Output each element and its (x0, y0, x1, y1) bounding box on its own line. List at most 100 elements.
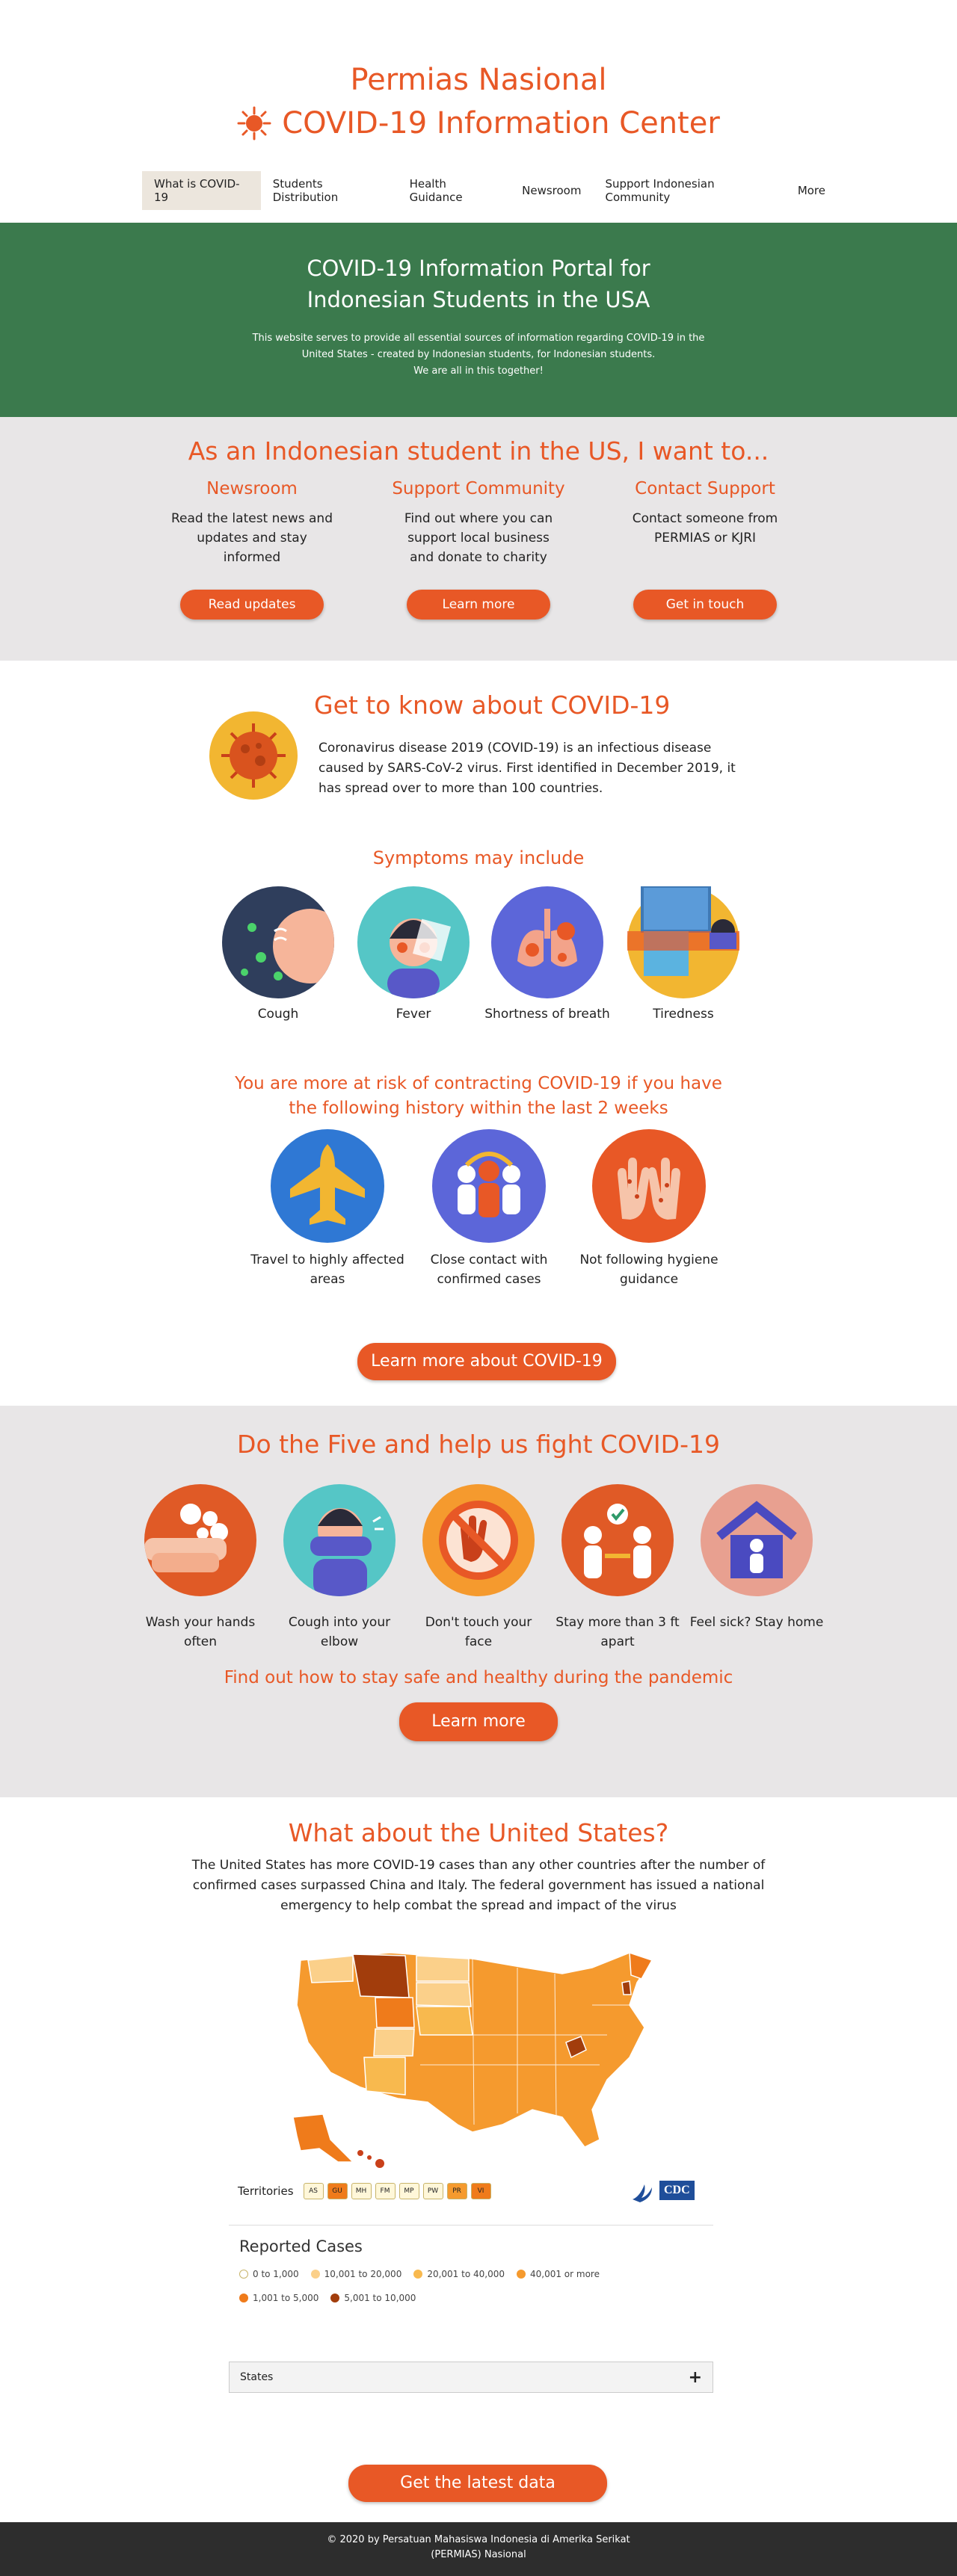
states-label: States (240, 2371, 274, 2383)
learn-more-covid-button[interactable]: Learn more about COVID-19 (357, 1343, 616, 1380)
expand-plus-icon[interactable]: + (689, 2368, 702, 2387)
us-heading: What about the United States? (288, 1818, 669, 1847)
cough-icon (222, 886, 334, 998)
know-intro: Coronavirus disease 2019 (COVID-19) is a… (319, 741, 736, 796)
risk-heading-line2: the following history within the last 2 … (289, 1099, 668, 1118)
risk-travel: Travel to highly affected areas (245, 1129, 410, 1289)
sun-virus-icon (237, 106, 271, 140)
legend-swatch (413, 2270, 423, 2279)
airplane-icon (271, 1129, 384, 1243)
legend-item: 40,001 or more (516, 2269, 600, 2279)
fever-icon (357, 886, 470, 998)
united-states-section: What about the United States? The United… (0, 1797, 957, 2522)
territory-vi[interactable]: VI (470, 2183, 491, 2199)
site-title: Permias Nasional COVID-19 Information Ce… (0, 58, 957, 152)
site-title-line2: COVID-19 Information Center (282, 106, 720, 140)
action-cough-elbow: Cough into your elbow (272, 1484, 407, 1652)
action-label: Feel sick? Stay home (689, 1615, 824, 1630)
nav-more[interactable]: More (786, 178, 837, 203)
card-text: Contact someone from PERMIAS or KJRI (632, 511, 778, 546)
legend-swatch (330, 2294, 340, 2302)
legend-item: 10,001 to 20,000 (310, 2269, 402, 2279)
symptoms-heading: Symptoms may include (372, 847, 585, 868)
newsroom-card: Newsroom Read the latest news and update… (139, 479, 366, 620)
hero-text-line3: We are all in this together! (413, 365, 544, 377)
nav-newsroom[interactable]: Newsroom (510, 178, 593, 203)
us-cases-map[interactable] (278, 1938, 682, 2177)
site-header: Permias Nasional COVID-19 Information Ce… (0, 0, 957, 223)
risk-heading-line1: You are more at risk of contracting COVI… (235, 1074, 722, 1093)
territory-mp[interactable]: MP (399, 2183, 419, 2199)
legend-label: 5,001 to 10,000 (344, 2293, 416, 2303)
risk-heading: You are more at risk of contracting COVI… (0, 1072, 957, 1121)
people-icon (432, 1129, 546, 1243)
want-heading: As an Indonesian student in the US, I wa… (188, 436, 769, 466)
risk-close-contact: Close contact with confirmed cases (407, 1129, 571, 1289)
read-updates-button[interactable]: Read updates (180, 590, 324, 620)
learn-more-safety-button[interactable]: Learn more (399, 1702, 558, 1741)
legend-label: 10,001 to 20,000 (324, 2269, 402, 2279)
action-label: Don't touch your face (425, 1615, 532, 1649)
action-dont-touch-face: Don't touch your face (411, 1484, 546, 1652)
footer-line2: (PERMIAS) Nasional (431, 2549, 526, 2560)
legend-item: 1,001 to 5,000 (239, 2293, 319, 2303)
site-title-line1: Permias Nasional (350, 63, 607, 97)
territory-gu[interactable]: GU (327, 2183, 348, 2199)
know-section: Get to know about COVID-19 Coronavirus d… (0, 661, 957, 1406)
legend-label: 20,001 to 40,000 (427, 2269, 505, 2279)
five-heading: Do the Five and help us fight COVID-19 (237, 1430, 720, 1459)
symptom-cough: Cough (211, 886, 345, 1024)
legend-swatch (239, 2270, 248, 2279)
action-stay-home: Feel sick? Stay home (689, 1484, 824, 1652)
want-section: As an Indonesian student in the US, I wa… (0, 417, 957, 661)
legend-item: 5,001 to 10,000 (330, 2293, 416, 2303)
distance-icon (561, 1484, 674, 1596)
hhs-eagle-icon (633, 2184, 652, 2202)
symptom-label: Cough (257, 1007, 299, 1022)
territory-pr[interactable]: PR (446, 2183, 467, 2199)
territory-fm[interactable]: FM (375, 2183, 396, 2199)
card-title: Support Community (392, 479, 565, 498)
elbow-cough-icon (283, 1484, 396, 1596)
territory-mh[interactable]: MH (351, 2183, 372, 2199)
know-heading: Get to know about COVID-19 (314, 691, 671, 720)
do-the-five-section: Do the Five and help us fight COVID-19 W… (0, 1406, 957, 1797)
reported-cases-title: Reported Cases (239, 2237, 363, 2255)
territory-pw[interactable]: PW (422, 2183, 443, 2199)
legend-swatch (516, 2270, 526, 2279)
hero-text-line2: United States - created by Indonesian st… (301, 349, 656, 360)
hero-title: COVID-19 Information Portal for Indonesi… (0, 253, 957, 315)
symptom-fever: Fever (346, 886, 481, 1024)
get-in-touch-button[interactable]: Get in touch (633, 590, 777, 620)
home-icon (701, 1484, 813, 1596)
learn-more-button[interactable]: Learn more (407, 590, 550, 620)
legend-item: 0 to 1,000 (239, 2269, 299, 2279)
legend-label: 40,001 or more (529, 2269, 600, 2279)
action-stay-apart: Stay more than 3 ft apart (550, 1484, 685, 1652)
risk-hygiene: Not following hygiene guidance (567, 1129, 731, 1289)
site-footer: © 2020 by Persatuan Mahasiswa Indonesia … (0, 2522, 957, 2576)
get-latest-data-button[interactable]: Get the latest data (348, 2465, 607, 2502)
coronavirus-icon (209, 711, 298, 800)
tired-icon (627, 885, 739, 998)
hero-title-line1: COVID-19 Information Portal for (307, 256, 650, 281)
action-wash-hands: Wash your hands often (133, 1484, 268, 1652)
states-accordion[interactable]: States + (229, 2362, 713, 2393)
hero-title-line2: Indonesian Students in the USA (307, 287, 650, 312)
symptom-label: Fever (396, 1007, 431, 1022)
card-text: Read the latest news and updates and sta… (171, 511, 333, 565)
legend-label: 0 to 1,000 (253, 2269, 299, 2279)
nav-students-distribution[interactable]: Students Distribution (261, 171, 398, 210)
hero-text-line1: This website serves to provide all essen… (252, 333, 705, 344)
cases-legend: 0 to 1,000 10,001 to 20,000 20,001 to 40… (229, 2269, 618, 2303)
wash-hands-icon (144, 1484, 256, 1596)
us-description: The United States has more COVID-19 case… (191, 1858, 766, 1913)
action-label: Cough into your elbow (288, 1615, 391, 1649)
nav-support-community[interactable]: Support Indonesian Community (593, 171, 785, 210)
nav-health-guidance[interactable]: Health Guidance (398, 171, 511, 210)
no-touch-icon (422, 1484, 535, 1596)
symptom-label: Shortness of breath (484, 1007, 610, 1022)
territory-as[interactable]: AS (303, 2183, 324, 2199)
nav-what-is-covid[interactable]: What is COVID-19 (142, 171, 261, 210)
symptom-tiredness: Tiredness (616, 885, 751, 1024)
